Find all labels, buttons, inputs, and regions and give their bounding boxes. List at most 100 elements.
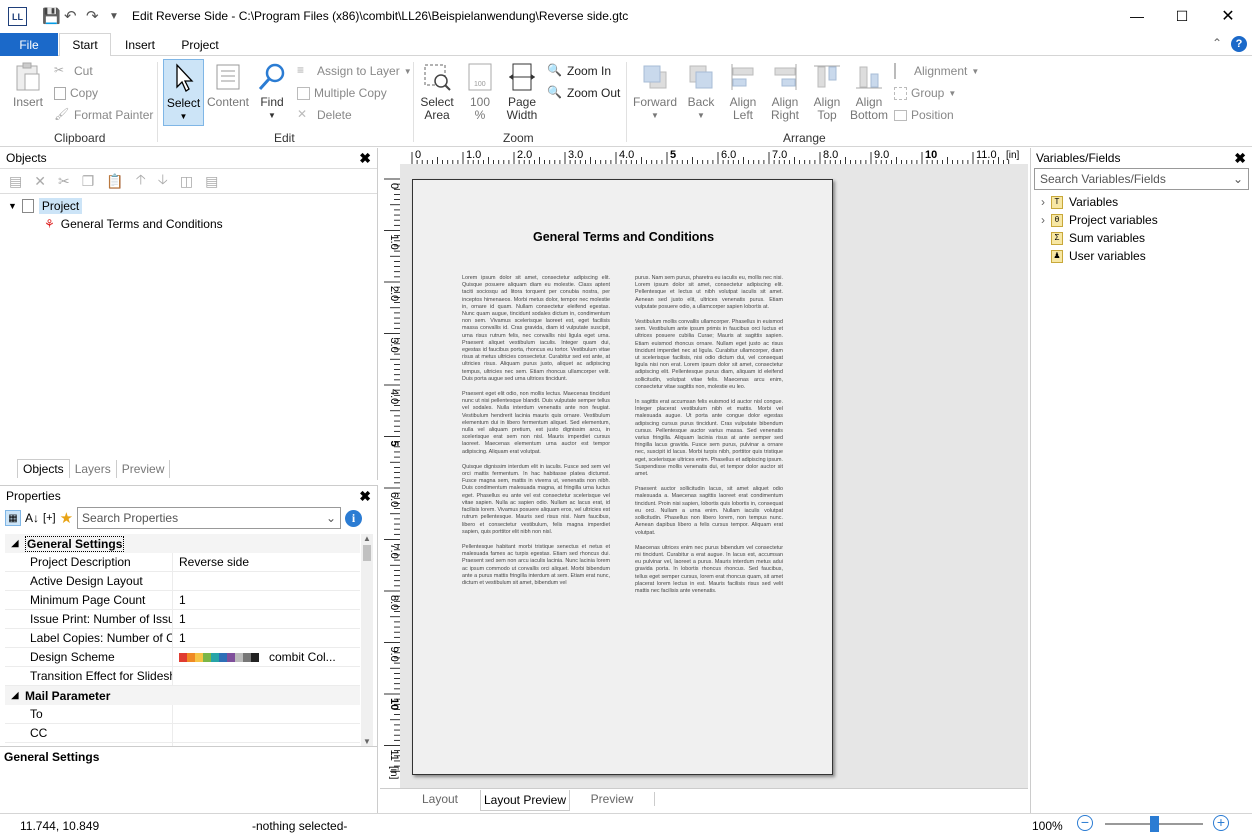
position-button[interactable]: Position [894,104,954,126]
paste-object-icon[interactable]: 📋 [106,173,123,190]
delete-object-icon[interactable]: ✕ [34,173,46,190]
expand-variables-icon[interactable]: › [1041,195,1045,209]
zoom-slider[interactable] [1105,816,1203,832]
property-row[interactable]: CC [5,723,360,743]
zoom-out-status-icon[interactable]: − [1077,815,1093,831]
tree-item-pdf[interactable]: ⚘ General Terms and Conditions [8,215,377,233]
tree-item-user-variables[interactable]: ♟ User variables [1041,247,1252,265]
close-button[interactable]: ✕ [1205,0,1251,32]
info-icon[interactable]: i [345,509,363,527]
select-area-button[interactable]: Select Area [420,62,454,122]
property-value[interactable] [172,723,360,743]
property-value[interactable] [172,666,360,686]
properties-icon[interactable]: ▤ [9,173,22,190]
tab-project[interactable]: Project [172,33,228,56]
page-width-button[interactable]: Page Width [503,62,541,122]
property-row[interactable]: Label Copies: Number of Co...1 [5,628,360,648]
properties-scrollbar[interactable]: ▲ ▼ [361,534,373,746]
sort-az-icon[interactable]: A↓ [25,511,39,525]
insert-button[interactable]: Insert [10,62,46,109]
save-icon[interactable]: 💾 [42,7,61,25]
tree-item-variables[interactable]: › T Variables [1041,193,1252,211]
expand-project-icon[interactable]: ▼ [8,201,17,211]
property-value[interactable]: 1 [172,609,360,629]
delete-button[interactable]: ✕ Delete [297,104,352,126]
tab-file[interactable]: File [0,33,58,56]
format-painter-button[interactable]: 🖌 Format Painter [54,104,153,126]
back-button[interactable]: Back ▼ [683,62,719,122]
group-objects-icon[interactable]: ◫ [180,173,193,190]
tab-layout[interactable]: Layout [400,792,480,806]
tab-start[interactable]: Start [59,33,111,57]
property-row[interactable]: Active Design Layout [5,571,360,591]
zoom-in-status-icon[interactable]: + [1213,815,1229,831]
group-button[interactable]: Group ▼ [894,82,956,104]
zoom-slider-thumb[interactable] [1150,816,1159,832]
collapse-mail-icon[interactable]: ◢ [5,690,25,701]
align-bottom-button[interactable]: Align Bottom [850,62,888,122]
copy-object-icon[interactable]: ❐ [82,173,95,190]
property-row[interactable]: Design Scheme combit Col... [5,647,360,667]
property-row[interactable]: Project Description Reverse side [5,552,360,572]
zoom-in-button[interactable]: 🔍 Zoom In [547,60,611,82]
cut-button[interactable]: ✂ Cut [54,60,93,82]
tree-item-project[interactable]: ▼ Project [8,197,377,215]
tree-item-project-variables[interactable]: › θ Project variables [1041,211,1252,229]
tab-layers[interactable]: Layers [70,460,117,478]
select-button[interactable]: Select ▼ [163,59,204,126]
move-down-icon[interactable]: 🡣 [158,169,168,193]
tab-insert[interactable]: Insert [114,33,166,56]
copy-button[interactable]: Copy [54,82,98,104]
property-row[interactable]: Transition Effect for Slidesho... [5,666,360,686]
forward-button[interactable]: Forward ▼ [633,62,677,122]
search-properties-field[interactable]: Search Properties ⌄ [77,507,342,529]
category-general-settings[interactable]: ◢ General Settings [5,534,360,553]
collapse-ribbon-icon[interactable]: ⌃ [1212,36,1222,50]
variables-close-icon[interactable]: ✖ [1234,150,1246,167]
expand-project-variables-icon[interactable]: › [1041,213,1045,227]
align-top-button[interactable]: Align Top [809,62,845,122]
expand-all-icon[interactable]: [+] [43,512,56,524]
align-left-button[interactable]: Align Left [725,62,761,122]
tree-item-sum-variables[interactable]: Σ Sum variables [1041,229,1252,247]
zoom-out-button[interactable]: 🔍 Zoom Out [547,82,620,104]
alignment-button[interactable]: Alignment ▼ [894,60,979,82]
property-row[interactable]: Minimum Page Count 1 [5,590,360,610]
tab-preview-objects[interactable]: Preview [117,460,171,478]
maximize-button[interactable]: ☐ [1159,0,1205,32]
search-variables-field[interactable]: Search Variables/Fields ⌄ [1034,168,1249,190]
cut-object-icon[interactable]: ✂ [58,173,70,190]
property-value[interactable] [172,704,360,724]
tab-objects[interactable]: Objects [17,459,70,478]
property-value[interactable]: Reverse side [172,552,360,572]
collapse-general-icon[interactable]: ◢ [5,538,25,549]
property-row[interactable]: To [5,704,360,724]
category-mail-parameter[interactable]: ◢ Mail Parameter [5,686,360,705]
customize-toolbar-icon[interactable]: ▼ [109,11,119,22]
list-objects-icon[interactable]: ▤ [205,173,218,190]
properties-close-icon[interactable]: ✖ [359,488,371,505]
report-page[interactable]: General Terms and Conditions Lorem ipsum… [412,179,833,775]
content-button[interactable]: Content [206,62,250,109]
categorized-icon[interactable]: ▦ [5,510,21,526]
objects-close-icon[interactable]: ✖ [359,150,371,167]
search-dropdown-icon[interactable]: ⌄ [326,511,336,525]
property-value[interactable]: 1 [172,590,360,610]
move-up-icon[interactable]: 🡡 [136,169,146,193]
align-right-button[interactable]: Align Right [767,62,803,122]
property-value[interactable]: 1 [172,628,360,648]
property-value[interactable] [172,571,360,591]
redo-icon[interactable]: ↷ [86,7,99,25]
search-variables-dropdown-icon[interactable]: ⌄ [1233,172,1243,186]
assign-to-layer-button[interactable]: ≡ Assign to Layer ▼ [297,60,412,82]
tab-preview[interactable]: Preview [570,792,655,806]
help-icon[interactable]: ? [1231,36,1247,52]
multiple-copy-button[interactable]: Multiple Copy [297,82,387,104]
property-value[interactable]: combit Col... [172,647,360,667]
undo-icon[interactable]: ↶ [64,7,77,25]
tab-layout-preview[interactable]: Layout Preview [480,790,570,811]
minimize-button[interactable]: — [1114,0,1160,32]
favorites-star-icon[interactable]: ★ [60,509,73,527]
zoom-100-button[interactable]: 100 100 % [463,62,497,122]
find-button[interactable]: Find ▼ [255,62,289,122]
